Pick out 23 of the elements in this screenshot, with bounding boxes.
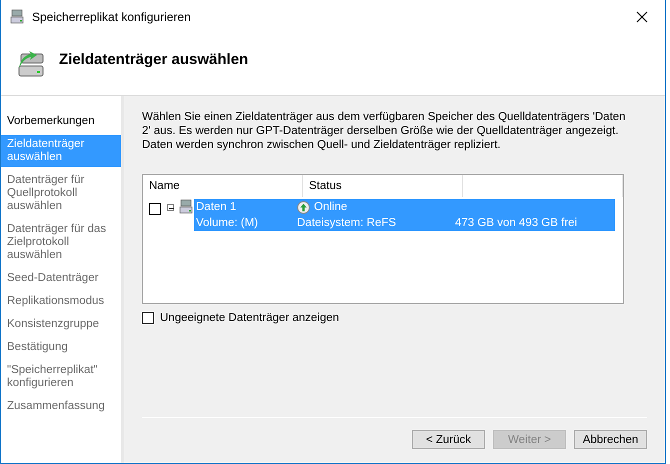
disk-row[interactable]: Daten 1 Online Volume: (M) Dateisystem: ReFS 473 GB von 493 GB frei bbox=[194, 199, 615, 231]
online-icon bbox=[297, 200, 310, 214]
filesystem-text: Dateisystem: ReFS bbox=[297, 217, 398, 229]
free-space-text: 473 GB von 493 GB frei bbox=[455, 217, 578, 229]
status-text: Online bbox=[314, 201, 348, 213]
volume-text: Volume: (M) bbox=[196, 217, 259, 229]
wizard-button[interactable]: < Zurück bbox=[412, 430, 485, 449]
disk-name: Daten 1 bbox=[196, 201, 238, 213]
unsuitable-checkbox[interactable] bbox=[142, 312, 154, 324]
column-header[interactable]: Status bbox=[303, 175, 463, 197]
window-title: Speicherreplikat konfigurieren bbox=[32, 10, 192, 24]
wizard-step[interactable]: Vorbemerkungen bbox=[1, 112, 121, 131]
page-heading: Zieldatenträger auswählen bbox=[59, 50, 248, 68]
wizard-step[interactable]: Zieldatenträger auswählen bbox=[1, 135, 121, 167]
wizard-button[interactable]: Abbrechen bbox=[574, 430, 647, 449]
close-icon bbox=[636, 10, 648, 22]
description-text: Wählen Sie einen Zieldatenträger aus dem verfügbaren Speicher des Quelldatenträgers 'Daten 2' aus. Es werden nur GPT-Datenträger derselben Größe wie der Quelldatenträger angezeigt. Daten werden synchron zwischen Quell- und Zieldatenträger repliziert. bbox=[142, 110, 627, 152]
checkbox-label: Ungeeignete Datenträger anzeigen bbox=[160, 312, 340, 324]
row-checkbox[interactable] bbox=[149, 203, 161, 215]
collapse-toggle[interactable] bbox=[167, 204, 174, 211]
column-header[interactable]: Name bbox=[143, 175, 303, 197]
app-icon bbox=[9, 8, 25, 24]
disk-icon bbox=[178, 199, 194, 215]
